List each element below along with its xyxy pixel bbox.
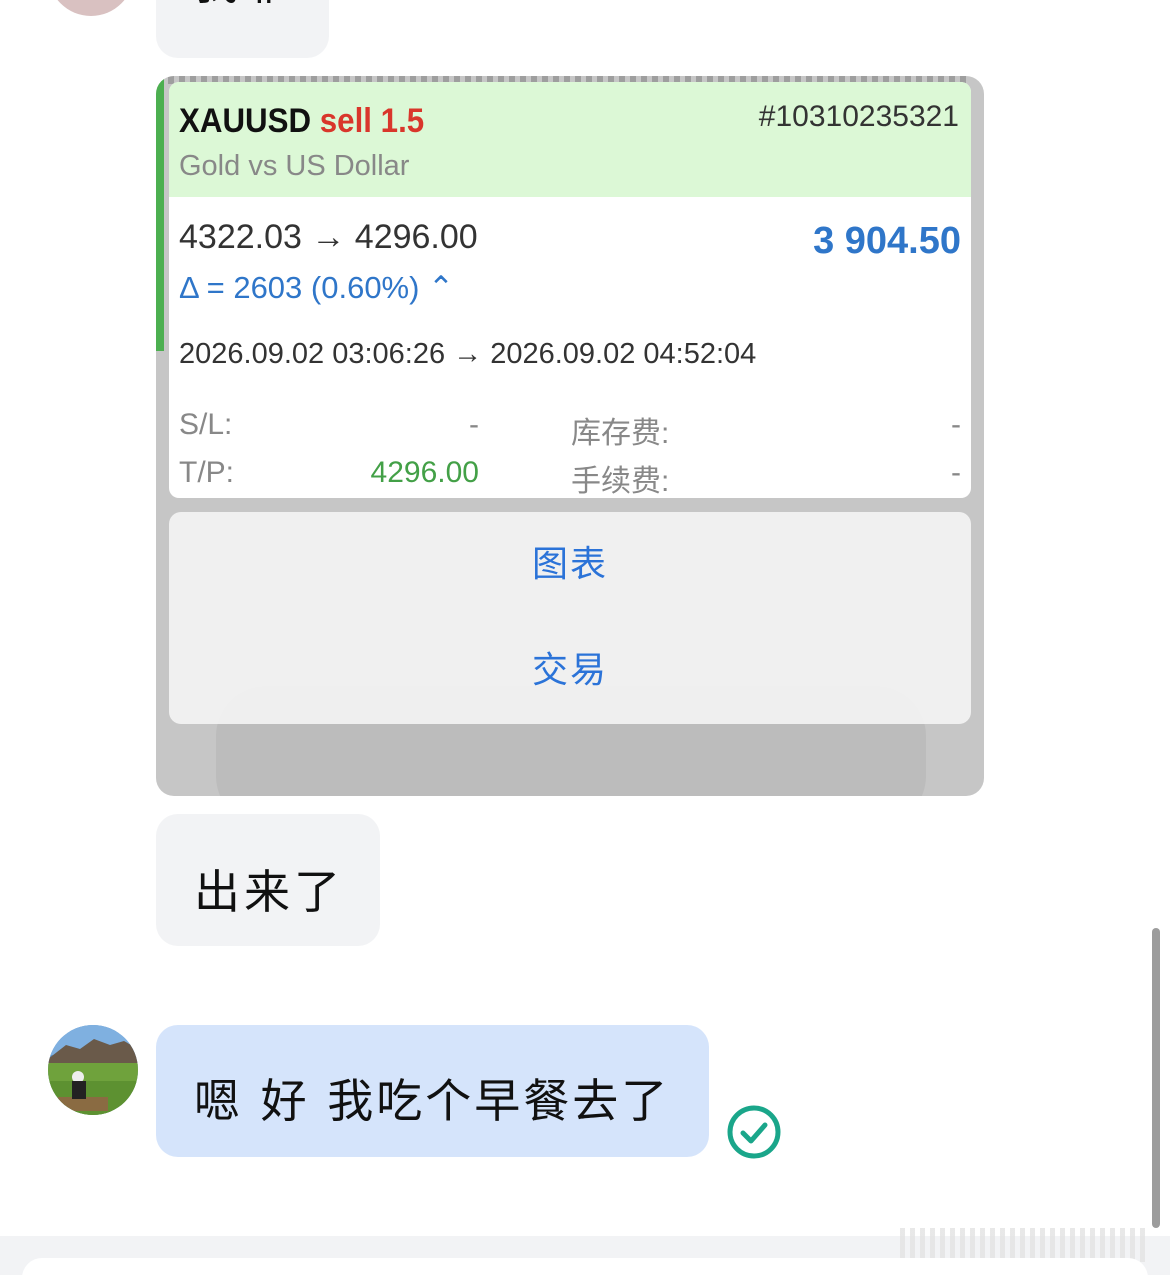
message-bubble-received[interactable]: 出来了 [156,814,380,946]
message-text: 出来了 [194,865,344,919]
swap-label: 库存费: [571,417,670,450]
sl-value: - [469,408,479,441]
trade-action-button[interactable]: 交易 [169,618,971,724]
contact-avatar[interactable] [48,0,134,16]
trade-profit: 3 904.50 [813,220,961,262]
price-delta: Δ = 2603 (0.60%) ⌃ [179,270,455,305]
trade-card: XAUUSD sell 1.5 #10310235321 Gold vs US … [169,82,971,498]
chat-page: 我靠 XAUUSD sell 1.5 #10310235321 Gold vs … [0,0,1170,1275]
commission-value: - [951,456,961,489]
commission-label: 手续费: [571,465,670,498]
image-message[interactable]: XAUUSD sell 1.5 #10310235321 Gold vs US … [156,76,984,796]
message-bubble-received[interactable]: 我靠 [156,0,329,58]
position-indicator-strip [156,76,164,351]
my-avatar[interactable] [48,1025,138,1115]
scrollbar[interactable] [1152,928,1160,1228]
watermark [900,1228,1150,1262]
chart-action-button[interactable]: 图表 [169,512,971,618]
avatar-landscape-image [48,1025,138,1115]
check-circle-icon [727,1105,781,1159]
sl-label: S/L: [179,408,233,441]
trade-times: 2026.09.02 03:06:26 → 2026.09.02 04:52:0… [179,338,757,370]
action-sheet: 图表 交易 [169,512,971,724]
symbol-description: Gold vs US Dollar [179,150,410,182]
trade-side: sell [319,102,372,140]
message-text: 我靠 [194,0,290,12]
trade-symbol: XAUUSD sell 1.5 [179,102,425,140]
message-text: 嗯 好 我吃个早餐去了 [194,1074,671,1128]
trade-volume: 1.5 [380,102,425,140]
swap-value: - [951,408,961,441]
trade-ticket: #10310235321 [758,100,959,133]
tp-value: 4296.00 [370,456,479,489]
tp-label: T/P: [179,456,235,489]
message-input[interactable] [22,1258,1148,1275]
trade-prices: 4322.03 → 4296.00 [179,218,478,256]
message-bubble-sent[interactable]: 嗯 好 我吃个早餐去了 [156,1025,709,1157]
